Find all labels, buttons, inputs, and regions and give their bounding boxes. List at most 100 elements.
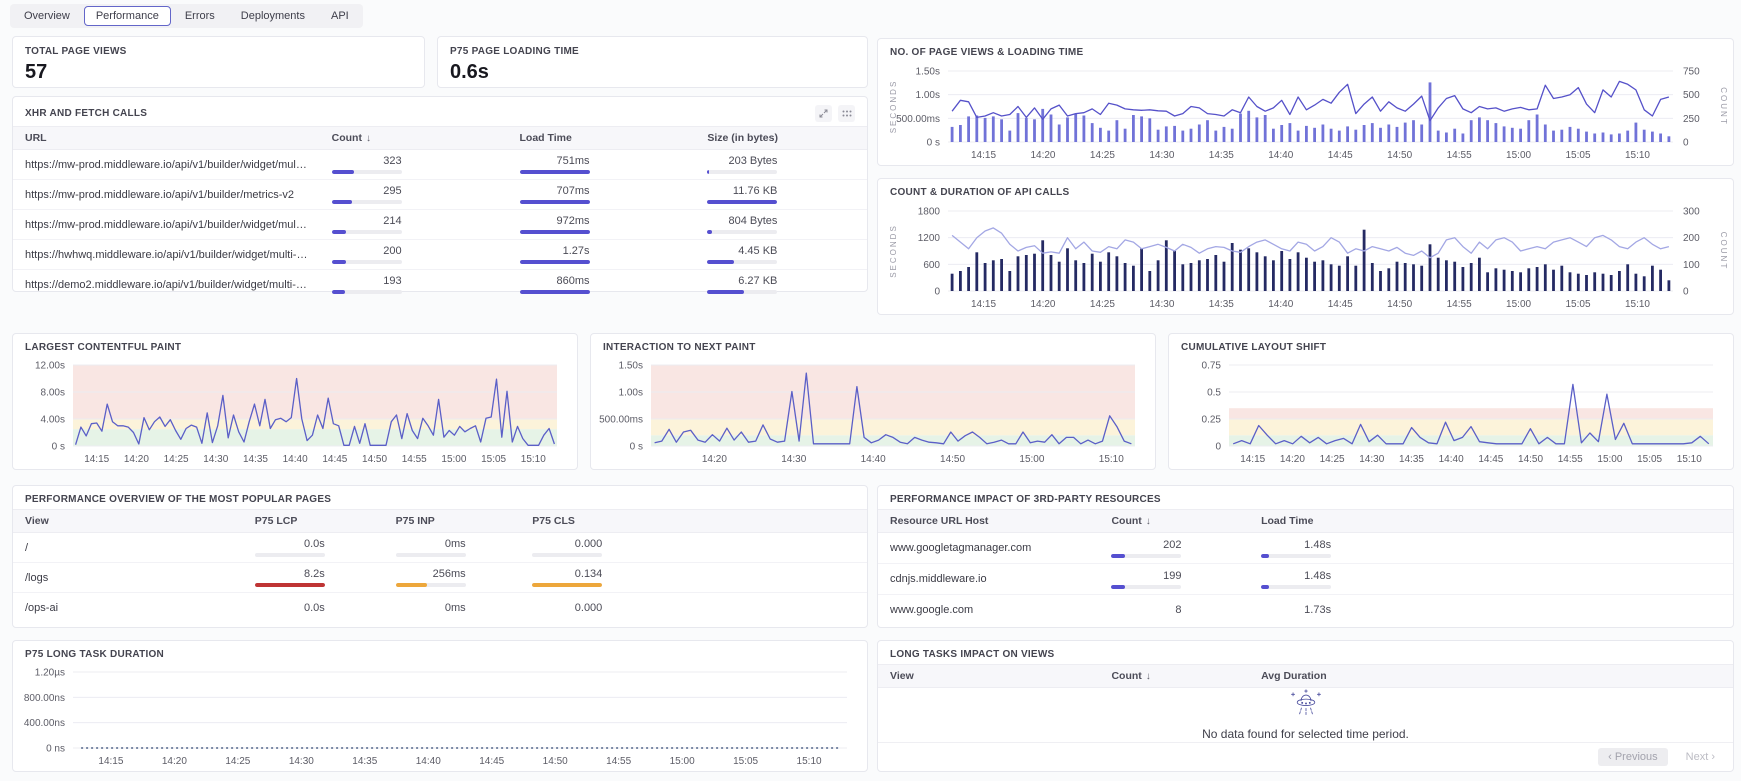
cell-metric: 1.27s (519, 245, 590, 264)
cell-metric: 4.45 KB (707, 245, 778, 264)
svg-text:14:20: 14:20 (124, 454, 149, 465)
tab-api[interactable]: API (319, 6, 361, 26)
svg-text:1.00s: 1.00s (916, 90, 940, 101)
p75-loading-value: 0.6s (450, 61, 489, 83)
column-header[interactable]: Count ↓ (1087, 665, 1237, 687)
cls-chart: 0 0.25 0.5 0.75 14:15 14:20 14:25 14:30 14:35 14:… (1173, 357, 1725, 466)
svg-text:14:40: 14:40 (283, 454, 308, 465)
svg-text:14:50: 14:50 (543, 756, 568, 767)
svg-text:14:20: 14:20 (1030, 150, 1055, 161)
cell-metric: 295 (331, 185, 402, 204)
svg-text:14:50: 14:50 (1387, 299, 1412, 310)
svg-text:15:10: 15:10 (1625, 150, 1650, 161)
svg-text:750: 750 (1683, 67, 1700, 78)
svg-text:500.00ms: 500.00ms (599, 415, 643, 426)
svg-text:0 s: 0 s (927, 138, 940, 149)
svg-text:14:15: 14:15 (971, 150, 996, 161)
svg-text:14:45: 14:45 (1328, 150, 1353, 161)
column-header: Load Time (1261, 515, 1314, 527)
total-page-views-value: 57 (25, 61, 48, 83)
table-row[interactable]: https://mw-prod.middleware.io/api/v1/bui… (13, 180, 867, 210)
svg-text:14:55: 14:55 (1447, 150, 1472, 161)
column-header[interactable]: Count ↓ (1087, 510, 1237, 532)
cell-metric: 11.76 KB (707, 185, 778, 204)
svg-text:0.5: 0.5 (1207, 388, 1221, 399)
svg-text:15:05: 15:05 (1566, 150, 1591, 161)
cell-metric: 751ms (519, 155, 590, 174)
svg-text:SECONDS: SECONDS (889, 80, 898, 134)
cell-metric: 0.0s (254, 538, 325, 557)
third-party-resources-table: Resource URL Host Count ↓ Load Time www.goog… (878, 509, 1733, 625)
svg-text:14:45: 14:45 (479, 756, 504, 767)
svg-text:14:50: 14:50 (1387, 150, 1412, 161)
pagination: ‹ Previous Next › (878, 742, 1733, 771)
panel-title: CUMULATIVE LAYOUT SHIFT (1181, 342, 1327, 353)
inp-panel: INTERACTION TO NEXT PAINT 0 s 500.00ms 1.0… (590, 333, 1156, 470)
svg-text:14:50: 14:50 (940, 454, 965, 465)
cell-label: www.googletagmanager.com (890, 542, 1032, 554)
card-title: P75 PAGE LOADING TIME (450, 46, 579, 57)
table-row[interactable]: https://hwhwq.middleware.io/api/v1/build… (13, 240, 867, 270)
svg-text:15:00: 15:00 (1506, 150, 1531, 161)
svg-text:14:40: 14:40 (861, 454, 886, 465)
previous-page-button[interactable]: ‹ Previous (1598, 748, 1668, 766)
table-row[interactable]: www.google.com 8 1.73s (878, 595, 1733, 625)
panel-title: P75 LONG TASK DURATION (25, 649, 165, 660)
svg-text:14:35: 14:35 (1209, 150, 1234, 161)
svg-text:14:20: 14:20 (702, 454, 727, 465)
cell-metric: 200 (331, 245, 402, 264)
more-options-icon[interactable] (838, 105, 855, 122)
column-header[interactable]: Count ↓ (308, 127, 496, 149)
table-header-row: View P75 LCP P75 INP P75 CLS (13, 509, 867, 533)
svg-text:200: 200 (1683, 233, 1700, 244)
svg-text:0: 0 (1683, 138, 1689, 149)
svg-text:15:00: 15:00 (670, 756, 695, 767)
svg-text:14:35: 14:35 (1399, 454, 1424, 465)
performance-dashboard: Overview Performance Errors Deployments API … (0, 0, 1741, 781)
cell-label: www.google.com (890, 604, 974, 616)
svg-text:14:30: 14:30 (203, 454, 228, 465)
table-row[interactable]: https://mw-prod.middleware.io/api/v1/bui… (13, 210, 867, 240)
table-row[interactable]: / 0.0s 0ms 0.000 (13, 533, 867, 563)
svg-text:15:05: 15:05 (481, 454, 506, 465)
svg-text:14:45: 14:45 (1328, 299, 1353, 310)
svg-text:14:55: 14:55 (1447, 299, 1472, 310)
long-task-duration-panel: P75 LONG TASK DURATION 0 ns 400.00ns 800.0… (12, 640, 868, 772)
svg-text:0 ns: 0 ns (46, 744, 65, 755)
svg-text:800.00ns: 800.00ns (24, 693, 65, 704)
svg-text:14:55: 14:55 (606, 756, 631, 767)
tab-performance[interactable]: Performance (83, 6, 171, 26)
cell-metric: 0ms (395, 538, 466, 557)
lcp-panel: LARGEST CONTENTFUL PAINT 0 s 4.00s 8.00s 12… (12, 333, 578, 470)
svg-text:15:00: 15:00 (1597, 454, 1622, 465)
sort-desc-icon: ↓ (1145, 516, 1151, 527)
expand-icon[interactable] (815, 105, 832, 122)
tab-overview[interactable]: Overview (12, 6, 82, 26)
svg-text:14:30: 14:30 (781, 454, 806, 465)
svg-text:14:20: 14:20 (1280, 454, 1305, 465)
svg-text:COUNT: COUNT (1719, 87, 1727, 125)
table-row[interactable]: /ops-ai 0.0s 0ms 0.000 (13, 593, 867, 622)
cell-label: https://mw-prod.middleware.io/api/v1/bui… (25, 158, 308, 171)
svg-text:14:50: 14:50 (1518, 454, 1543, 465)
tab-deployments[interactable]: Deployments (229, 6, 317, 26)
table-row[interactable]: cdnjs.middleware.io 199 1.48s (878, 564, 1733, 595)
svg-text:15:10: 15:10 (1625, 299, 1650, 310)
tab-errors[interactable]: Errors (173, 6, 227, 26)
cell-metric: 1.48s (1261, 570, 1332, 589)
cls-panel: CUMULATIVE LAYOUT SHIFT 0 0.25 0.5 0.75 14:1… (1168, 333, 1734, 470)
table-row[interactable]: https://mw-prod.middleware.io/api/v1/bui… (13, 150, 867, 180)
svg-text:0.75: 0.75 (1202, 361, 1222, 372)
table-row[interactable]: https://demo2.middleware.io/api/v1/build… (13, 270, 867, 299)
table-row[interactable]: /logs 8.2s 256ms 0.134 (13, 563, 867, 593)
panel-title: INTERACTION TO NEXT PAINT (603, 342, 756, 353)
svg-text:14:25: 14:25 (225, 756, 250, 767)
svg-text:SECONDS: SECONDS (889, 224, 898, 278)
ufo-icon (1290, 689, 1321, 717)
svg-text:14:55: 14:55 (1558, 454, 1583, 465)
table-row[interactable]: www.googletagmanager.com 202 1.48s (878, 533, 1733, 564)
column-header: P75 CLS (532, 515, 575, 527)
next-page-button[interactable]: Next › (1680, 750, 1721, 764)
svg-text:0 s: 0 s (630, 442, 643, 453)
table-header-row: URL Count ↓ Load Time Size (in bytes) (13, 126, 867, 150)
